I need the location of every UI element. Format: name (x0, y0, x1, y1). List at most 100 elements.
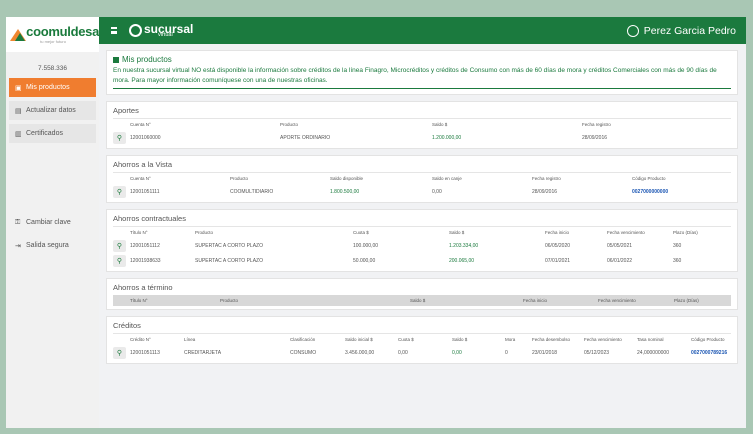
table-cell: 12001051111 (130, 188, 160, 195)
id-card-icon: ▤ (15, 107, 22, 115)
table-cell: 360 (673, 242, 682, 249)
search-icon[interactable]: ⚲ (113, 254, 126, 267)
table-cell: 12001051112 (130, 242, 160, 249)
table-cell: 0 (505, 349, 508, 356)
menu-icon[interactable] (111, 27, 117, 34)
table-row: ⚲ 12001938633 SUPERTAC A CORTO PLAZO 50.… (113, 253, 731, 268)
notice-card: Mis productos En nuestra sucursal virtua… (106, 50, 738, 95)
column-header: Producto (220, 295, 410, 306)
table-cell: 0,00 (398, 349, 408, 356)
sidebar-item-label: Certificados (26, 130, 63, 137)
creditos-card: Créditos Crédito N° Línea Clasificación … (106, 316, 738, 364)
sidebar-item-label: Mis productos (26, 84, 70, 91)
search-icon[interactable]: ⚲ (113, 131, 126, 144)
sucursal-logo: sucursal virtual (129, 23, 193, 38)
table-cell: COOMULTIDIARIO (230, 188, 274, 195)
search-icon[interactable]: ⚲ (113, 185, 126, 198)
ahorros-termino-card: Ahorros a término Título N° Producto Sal… (106, 278, 738, 310)
column-header: Cuota $ (398, 337, 414, 342)
user-icon (626, 24, 639, 37)
column-header: Fecha registro (582, 122, 611, 127)
column-header: Saldo $ (432, 122, 448, 127)
column-header: Fecha vencimiento (598, 295, 674, 306)
sidebar-item-label: Actualizar datos (26, 107, 76, 114)
ahorros-vista-card: Ahorros a la Vista Cuenta N° Producto Sa… (106, 155, 738, 203)
main-area: sucursal virtual Perez Garcia Pedro Mis … (99, 17, 746, 428)
table-cell: 23/01/2018 (532, 349, 558, 356)
column-header: Fecha inicio (523, 295, 598, 306)
column-header: Producto (280, 122, 299, 127)
ahorros-vista-title: Ahorros a la Vista (113, 158, 731, 173)
sidebar-item-mis-productos[interactable]: ▣ Mis productos (9, 78, 96, 97)
sidebar-item-label: Cambiar clave (26, 219, 71, 226)
table-row: ⚲ 12001051113 CREDITARJETA CONSUMO 3.456… (113, 345, 731, 360)
brand-logo[interactable]: coomuldesa tu mejor futuro (6, 17, 99, 52)
brand-name: coomuldesa (26, 23, 99, 39)
column-header: Cuenta N° (130, 122, 151, 127)
table-cell: 28/09/2016 (582, 134, 608, 141)
column-header: Línea (184, 337, 196, 342)
table-cell: 50.000,00 (353, 257, 376, 264)
column-header: Título N° (130, 295, 220, 306)
column-header: Saldo en canje (432, 176, 462, 181)
column-header: Título N° (130, 230, 148, 235)
aportes-title: Aportes (113, 104, 731, 119)
table-cell: 1.200.000,00 (432, 134, 462, 141)
wallet-icon: ▣ (15, 84, 22, 92)
column-header: Fecha vencimiento (584, 337, 622, 342)
column-header: Saldo inicial $ (345, 337, 373, 342)
table-row: ⚲ 12001060000 APORTE ORDINARIO 1.200.000… (113, 130, 731, 145)
column-header: Saldo $ (449, 230, 465, 235)
column-header: Código Producto (632, 176, 666, 181)
app-frame: coomuldesa tu mejor futuro 7.558.336 ▣ M… (6, 17, 746, 428)
table-cell: SUPERTAC A CORTO PLAZO (195, 242, 263, 249)
table-cell: 24,000000000 (637, 349, 669, 356)
logo-mark-icon (10, 28, 27, 41)
ahorros-contractuales-table: Título N° Producto Cuota $ Saldo $ Fecha… (113, 227, 731, 268)
search-icon[interactable]: ⚲ (113, 239, 126, 252)
column-header: Saldo $ (410, 295, 523, 306)
sidebar-item-certificados[interactable]: ▥ Certificados (9, 124, 96, 143)
user-menu[interactable]: Perez Garcia Pedro (626, 24, 736, 37)
column-header: Producto (230, 176, 249, 181)
notice-title: Mis productos (122, 55, 172, 64)
column-header: Tasa nominal (637, 337, 664, 342)
table-cell: 28/09/2016 (532, 188, 558, 195)
table-cell: 12001938633 (130, 257, 161, 264)
table-cell: 12001060000 (130, 134, 161, 141)
search-icon[interactable]: ⚲ (113, 346, 126, 359)
brand-tagline: tu mejor futuro (40, 38, 66, 44)
ahorros-termino-title: Ahorros a término (113, 283, 173, 292)
ahorros-vista-table: Cuenta N° Producto Saldo disponible Sald… (113, 173, 731, 199)
column-header: Saldo $ (452, 337, 468, 342)
table-cell: 0,00 (432, 188, 442, 195)
table-cell: 05/05/2021 (607, 242, 633, 249)
column-header: Plazo (Días) (674, 295, 731, 306)
user-name: Perez Garcia Pedro (643, 24, 736, 37)
user-id: 7.558.336 (38, 65, 67, 72)
table-cell: APORTE ORDINARIO (280, 134, 331, 141)
wallet-icon (113, 56, 119, 63)
column-header: Clasificación (290, 337, 316, 342)
column-header: Fecha vencimiento (607, 230, 645, 235)
sidebar-item-cambiar-clave[interactable]: ⚿ Cambiar clave (9, 213, 96, 232)
table-cell: 12001051113 (130, 349, 160, 356)
product-code-link[interactable]: 0027000789216 (691, 345, 731, 360)
sidebar-item-salida-segura[interactable]: ⇥ Salida segura (9, 236, 96, 255)
ahorros-termino-table: Título N° Producto Saldo $ Fecha inicio … (113, 295, 731, 306)
table-cell: 06/01/2022 (607, 257, 633, 264)
creditos-table: Crédito N° Línea Clasificación Saldo ini… (113, 334, 731, 360)
aportes-card: Aportes Cuenta N° Producto Saldo $ Fecha… (106, 101, 738, 149)
sidebar-item-actualizar-datos[interactable]: ▤ Actualizar datos (9, 101, 96, 120)
sidebar-item-label: Salida segura (26, 242, 69, 249)
aportes-table: Cuenta N° Producto Saldo $ Fecha registr… (113, 119, 731, 145)
column-header: Crédito N° (130, 337, 151, 342)
product-code-link[interactable]: 0027000000000 (632, 184, 731, 199)
creditos-title: Créditos (113, 319, 731, 334)
table-cell: 0,00 (452, 349, 462, 356)
table-cell: CONSUMO (290, 349, 317, 356)
table-row: ⚲ 12001051112 SUPERTAC A CORTO PLAZO 100… (113, 238, 731, 253)
ahorros-contractuales-title: Ahorros contractuales (113, 212, 731, 227)
table-cell: 07/01/2021 (545, 257, 571, 264)
notice-text: En nuestra sucursal virtual NO está disp… (113, 66, 731, 89)
